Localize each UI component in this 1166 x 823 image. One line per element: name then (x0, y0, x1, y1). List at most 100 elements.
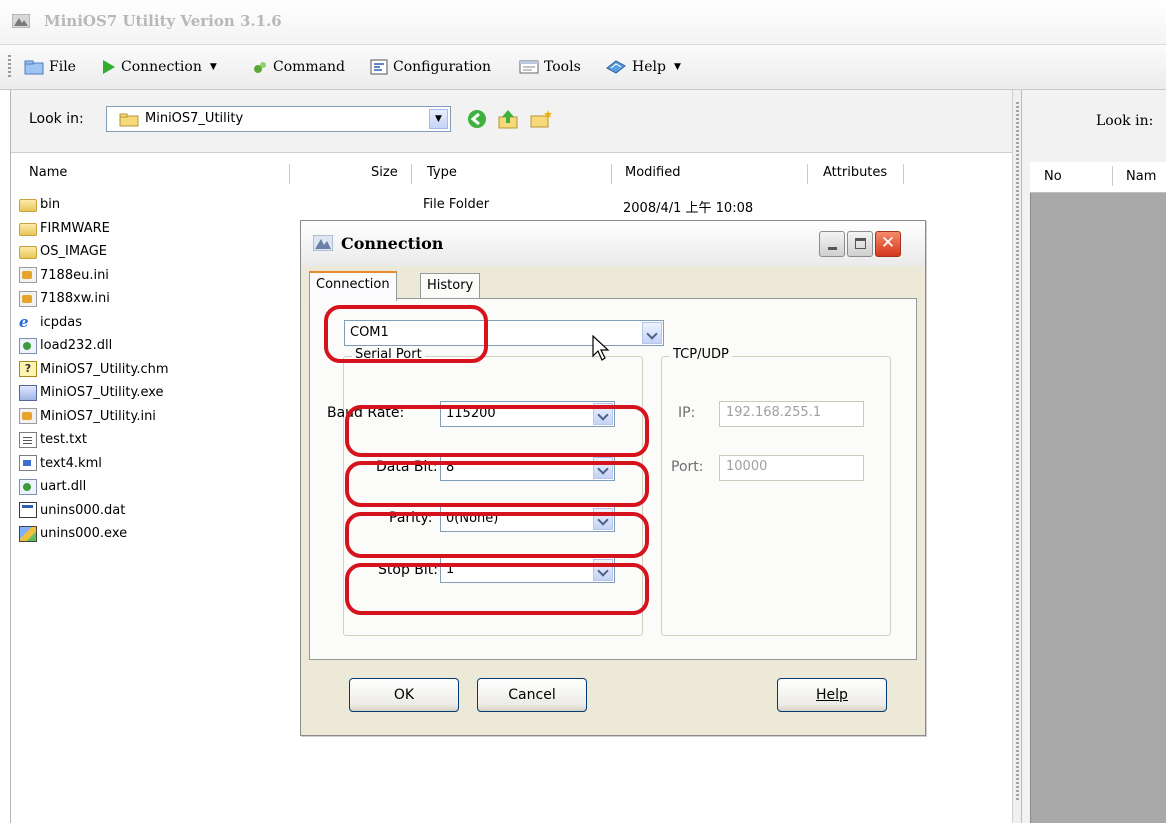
parity-label: Parity: (389, 510, 433, 526)
column-modified[interactable]: Modified (625, 165, 680, 180)
menu-file[interactable]: File (24, 57, 76, 77)
list-item[interactable]: e icpdas (19, 311, 299, 335)
back-icon[interactable] (467, 109, 487, 129)
help-file-icon: ? (19, 361, 37, 378)
kml-file-icon (19, 455, 37, 472)
look-in-dropdown[interactable]: MiniOS7_Utility ▼ (106, 106, 451, 132)
list-item[interactable]: OS_IMAGE (19, 240, 299, 264)
chevron-down-icon[interactable] (593, 457, 613, 479)
app-icon (313, 235, 333, 251)
ok-button[interactable]: OK (349, 678, 459, 712)
column-separator[interactable] (611, 164, 612, 184)
list-item[interactable]: ? MiniOS7_Utility.chm (19, 358, 299, 382)
menu-help[interactable]: Help ▼ (605, 57, 681, 77)
list-item[interactable]: MiniOS7_Utility.ini (19, 405, 299, 429)
column-no[interactable]: No (1044, 169, 1062, 184)
dialog-title-bar[interactable]: Connection ✕ (301, 221, 925, 266)
list-item[interactable]: bin (19, 193, 299, 217)
list-item[interactable]: 7188eu.ini (19, 264, 299, 288)
remote-file-list[interactable] (1030, 162, 1166, 823)
toolbar-grip[interactable] (8, 55, 11, 79)
file-modified: 2008/4/1 上午 10:08 (623, 201, 754, 216)
column-separator[interactable] (289, 164, 290, 184)
file-list-header: Name Size Type Modified Attributes (11, 162, 911, 186)
chevron-down-icon[interactable] (593, 403, 613, 425)
chevron-down-icon: ▼ (209, 62, 217, 72)
list-item[interactable]: uart.dll (19, 475, 299, 499)
chevron-down-icon[interactable] (642, 322, 662, 344)
file-list: bin FIRMWARE OS_IMAGE 7188eu.ini 7188xw.… (19, 193, 299, 546)
cancel-button[interactable]: Cancel (477, 678, 587, 712)
dialog-title: Connection (341, 234, 444, 253)
ini-file-icon (19, 267, 37, 284)
minimize-button[interactable] (819, 231, 845, 257)
baud-rate-label: Baud Rate: (327, 405, 405, 421)
file-type: File Folder (423, 197, 490, 212)
tcp-udp-group: TCP/UDP (661, 347, 891, 636)
dll-file-icon (19, 478, 37, 495)
list-item[interactable]: 7188xw.ini (19, 287, 299, 311)
menu-configuration[interactable]: Configuration (370, 57, 491, 77)
ini-file-icon (19, 290, 37, 307)
mouse-cursor-icon (592, 335, 610, 361)
chevron-down-icon[interactable]: ▼ (429, 109, 448, 129)
app-icon (12, 14, 30, 28)
dat-file-icon (19, 502, 37, 519)
list-item[interactable]: unins000.dat (19, 499, 299, 523)
column-separator[interactable] (411, 164, 412, 184)
list-item[interactable]: unins000.exe (19, 522, 299, 546)
menu-tools[interactable]: Tools (519, 57, 581, 77)
chevron-down-icon[interactable] (593, 508, 613, 530)
stop-bit-select[interactable]: 1 (440, 557, 615, 583)
list-item[interactable]: MiniOS7_Utility.exe (19, 381, 299, 405)
look-in-label: Look in: (1096, 113, 1154, 129)
text-file-icon (19, 431, 37, 448)
tcp-udp-legend: TCP/UDP (670, 347, 732, 362)
menu-connection[interactable]: Connection ▼ (102, 57, 217, 77)
look-in-bar: Look in: MiniOS7_Utility ▼ (11, 90, 1013, 153)
chevron-down-icon[interactable] (593, 559, 613, 581)
list-item[interactable]: FIRMWARE (19, 217, 299, 241)
column-size[interactable]: Size (371, 165, 398, 180)
chevron-down-icon: ▼ (673, 62, 681, 72)
ip-field[interactable]: 192.168.255.1 (719, 401, 864, 427)
folder-icon (24, 60, 44, 75)
close-icon: ✕ (880, 233, 896, 253)
menu-command[interactable]: Command (252, 57, 345, 77)
maximize-button[interactable] (847, 231, 873, 257)
port-field[interactable]: 10000 (719, 455, 864, 481)
splitter-grip[interactable] (1016, 102, 1019, 802)
tab-history[interactable]: History (420, 273, 481, 299)
data-bit-select[interactable]: 8 (440, 455, 615, 481)
new-folder-icon[interactable] (529, 109, 553, 129)
column-separator[interactable] (1112, 166, 1113, 186)
ini-file-icon (19, 408, 37, 425)
command-icon (254, 62, 266, 73)
menu-bar: File Connection ▼ Command Configuration … (0, 45, 1166, 90)
column-name[interactable]: Nam (1126, 169, 1156, 184)
column-attributes[interactable]: Attributes (823, 165, 887, 180)
column-separator[interactable] (903, 164, 904, 184)
remote-file-pane: Look in: No Nam (1022, 90, 1166, 823)
pane-splitter[interactable] (1012, 90, 1022, 823)
dll-file-icon (19, 337, 37, 354)
help-button[interactable]: Help (777, 678, 887, 712)
column-separator[interactable] (807, 164, 808, 184)
close-button[interactable]: ✕ (875, 231, 901, 257)
up-folder-icon[interactable] (497, 109, 519, 129)
folder-icon (19, 222, 37, 236)
connection-dialog: Connection ✕ Connection History COM1 Ser… (300, 220, 926, 736)
column-name[interactable]: Name (29, 165, 67, 180)
column-type[interactable]: Type (427, 165, 457, 180)
folder-icon (119, 113, 139, 127)
stop-bit-label: Stop Bit: (378, 562, 438, 578)
com-port-select[interactable]: COM1 (344, 320, 664, 346)
baud-rate-select[interactable]: 115200 (440, 401, 615, 427)
play-icon (103, 60, 115, 74)
list-item[interactable]: load232.dll (19, 334, 299, 358)
tab-connection[interactable]: Connection (309, 271, 397, 301)
list-item[interactable]: text4.kml (19, 452, 299, 476)
parity-select[interactable]: 0(None) (440, 506, 615, 532)
list-item[interactable]: test.txt (19, 428, 299, 452)
window-title: MiniOS7 Utility Verion 3.1.6 (44, 12, 282, 30)
